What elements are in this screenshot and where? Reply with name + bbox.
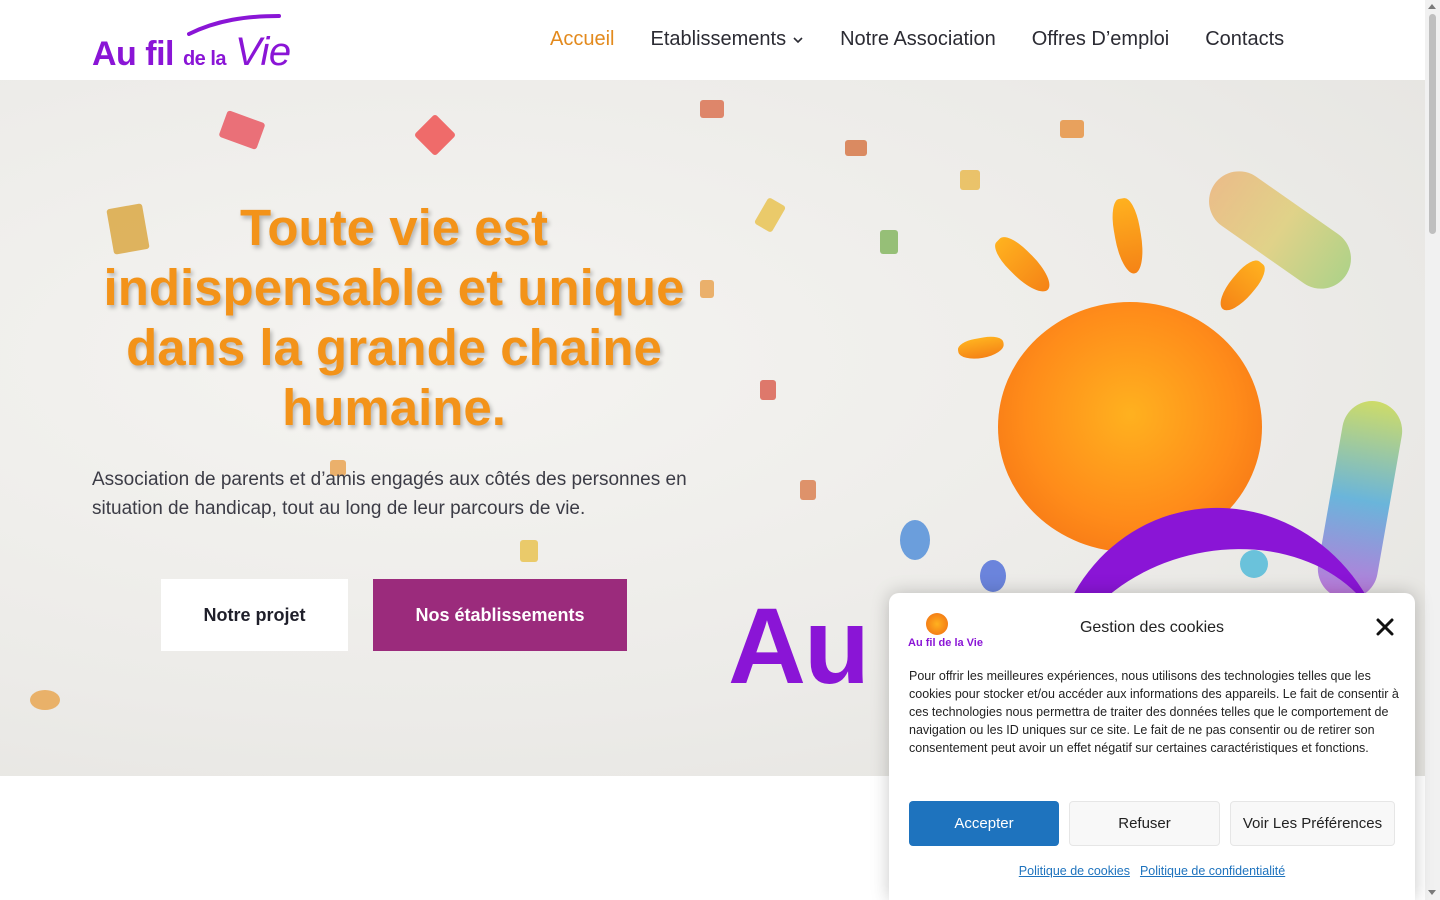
hero-logo-text: Au xyxy=(728,585,870,706)
nav-label: Contacts xyxy=(1205,28,1285,50)
site-header: Au fil de la Vie Accueil Etablissements … xyxy=(0,0,1425,80)
close-icon[interactable] xyxy=(1375,617,1395,637)
cookie-title: Gestion des cookies xyxy=(1079,619,1225,636)
logo-text: Au fil de la Vie xyxy=(92,30,291,75)
sun-ray xyxy=(989,231,1057,299)
confetti-piece xyxy=(800,480,816,500)
nav-label: Etablissements xyxy=(650,28,787,50)
scroll-up-icon[interactable] xyxy=(1428,4,1436,9)
nav-item-accueil[interactable]: Accueil xyxy=(550,28,614,51)
nos-etablissements-button[interactable]: Nos établissements xyxy=(373,579,627,651)
confetti-piece xyxy=(700,280,714,298)
sun-ray xyxy=(1213,255,1271,317)
logo-au: Au xyxy=(92,35,137,73)
cookie-consent-dialog: Au fil de la Vie Gestion des cookies Pou… xyxy=(889,593,1415,900)
view-preferences-button[interactable]: Voir Les Préférences xyxy=(1230,801,1395,846)
confetti-piece xyxy=(413,113,457,157)
sun-ray xyxy=(956,334,1006,362)
nav-item-etablissements[interactable]: Etablissements xyxy=(650,28,804,51)
confetti-piece xyxy=(900,520,930,560)
logo-fil: fil xyxy=(145,35,174,73)
cookie-policy-link[interactable]: Politique de cookies xyxy=(1019,864,1130,878)
confetti-piece xyxy=(960,170,980,190)
nav-item-contacts[interactable]: Contacts xyxy=(1205,28,1284,51)
confetti-piece xyxy=(30,690,60,710)
refuse-cookies-button[interactable]: Refuser xyxy=(1069,801,1220,846)
confetti-piece xyxy=(980,560,1006,592)
site-logo[interactable]: Au fil de la Vie xyxy=(92,14,291,74)
nav-label: Notre Association xyxy=(840,28,996,50)
logo-vie: Vie xyxy=(234,30,291,74)
cookie-logo-text: Au fil de la Vie xyxy=(908,637,983,649)
main-nav: Accueil Etablissements Notre Association… xyxy=(550,28,1284,51)
chevron-down-icon xyxy=(793,36,803,43)
privacy-policy-link[interactable]: Politique de confidentialité xyxy=(1140,864,1285,878)
notre-projet-button[interactable]: Notre projet xyxy=(161,579,348,651)
confetti-piece xyxy=(1197,159,1363,301)
confetti-piece xyxy=(1060,120,1084,138)
confetti-piece xyxy=(700,100,724,118)
scroll-thumb[interactable] xyxy=(1429,14,1436,234)
nav-item-offres-emploi[interactable]: Offres D’emploi xyxy=(1032,28,1169,51)
sun-ray xyxy=(1108,196,1148,276)
accept-cookies-button[interactable]: Accepter xyxy=(909,801,1059,846)
confetti-piece xyxy=(753,197,787,233)
scroll-down-icon[interactable] xyxy=(1428,890,1436,895)
cookie-description: Pour offrir les meilleures expériences, … xyxy=(909,669,1399,755)
confetti-piece xyxy=(760,380,776,400)
logo-dela: de la xyxy=(182,48,227,70)
confetti-piece xyxy=(218,110,266,150)
hero-subtitle: Association de parents et d’amis engagés… xyxy=(92,469,687,519)
nav-label: Offres D’emploi xyxy=(1031,28,1170,50)
confetti-piece xyxy=(520,540,538,562)
confetti-piece xyxy=(880,230,898,254)
cookie-policy-links: Politique de cookies Politique de confid… xyxy=(889,864,1415,878)
hero-title: Toute vie est indispensable et unique da… xyxy=(103,199,685,436)
page-scrollbar[interactable] xyxy=(1425,0,1440,900)
confetti-piece xyxy=(845,140,867,156)
nav-item-notre-association[interactable]: Notre Association xyxy=(840,28,996,51)
nav-label: Accueil xyxy=(550,28,615,50)
